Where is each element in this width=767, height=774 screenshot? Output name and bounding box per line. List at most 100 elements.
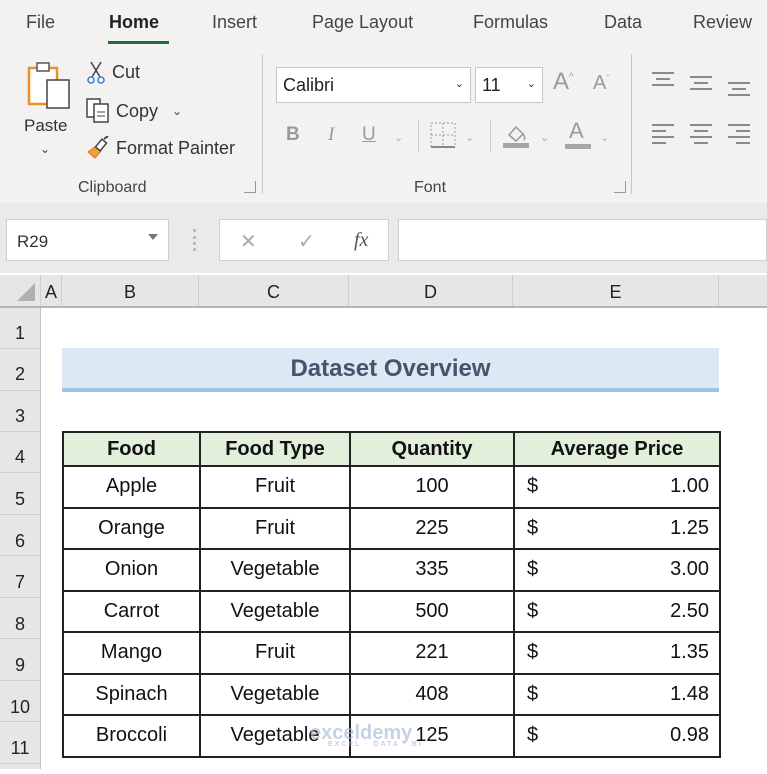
header-average-price[interactable]: Average Price [513, 431, 721, 467]
font-color-button[interactable]: A [565, 118, 593, 150]
top-align-icon[interactable] [652, 70, 676, 88]
cell-food-type[interactable]: Fruit [199, 506, 351, 550]
bold-button[interactable]: B [286, 124, 300, 146]
cell-quantity[interactable]: 221 [349, 631, 515, 675]
fill-color-icon[interactable] [503, 121, 531, 149]
tab-review[interactable]: Review [693, 12, 752, 33]
align-left-icon[interactable] [652, 124, 676, 148]
header-quantity[interactable]: Quantity [349, 431, 515, 467]
tab-home[interactable]: Home [109, 12, 159, 33]
copy-button[interactable]: Copy ⌄ [86, 98, 182, 124]
cell-quantity[interactable]: 100 [349, 465, 515, 509]
cell-food-type[interactable]: Vegetable [199, 672, 351, 716]
column-header-e[interactable]: E [513, 275, 719, 306]
underline-dropdown-icon[interactable]: ⌄ [394, 131, 403, 144]
row-header[interactable]: 10 [0, 681, 40, 722]
price-value: 2.50 [670, 599, 709, 622]
cell-food-type[interactable]: Fruit [199, 631, 351, 675]
row-header[interactable]: 6 [0, 515, 40, 556]
cell-food[interactable]: Spinach [62, 672, 201, 716]
column-header-a[interactable]: A [41, 275, 62, 306]
italic-button[interactable]: I [328, 124, 334, 146]
cell-average-price[interactable]: $1.25 [513, 506, 721, 550]
cell-average-price[interactable]: $1.00 [513, 465, 721, 509]
paste-dropdown-icon[interactable]: ⌄ [40, 142, 50, 156]
middle-align-icon[interactable] [690, 75, 714, 93]
sheet-title-cell[interactable]: Dataset Overview [62, 348, 719, 392]
row-header[interactable]: 5 [0, 473, 40, 515]
paste-icon[interactable] [27, 60, 73, 110]
increase-font-size-button[interactable]: A^ [553, 68, 574, 96]
cell-food[interactable]: Broccoli [62, 714, 201, 758]
tab-file[interactable]: File [26, 12, 55, 33]
row-header[interactable]: 11 [0, 722, 40, 764]
cell-food[interactable]: Carrot [62, 589, 201, 633]
cell-average-price[interactable]: $1.35 [513, 631, 721, 675]
row-header[interactable]: 9 [0, 639, 40, 681]
decrease-font-size-button[interactable]: Aˇ [593, 72, 609, 95]
borders-icon[interactable] [430, 122, 456, 148]
cell-quantity[interactable]: 408 [349, 672, 515, 716]
cancel-icon[interactable]: ✕ [240, 229, 257, 254]
name-box[interactable]: R29 [6, 219, 169, 261]
header-food-type[interactable]: Food Type [199, 431, 351, 467]
currency-symbol: $ [527, 724, 539, 746]
cell-food[interactable]: Mango [62, 631, 201, 675]
currency-symbol: $ [527, 475, 539, 497]
underline-button[interactable]: U [362, 124, 376, 146]
column-header-b[interactable]: B [62, 275, 199, 306]
insert-function-icon[interactable]: fx [354, 229, 368, 252]
row-header[interactable]: 8 [0, 598, 40, 639]
cell-average-price[interactable]: $3.00 [513, 548, 721, 592]
cell-average-price[interactable]: $2.50 [513, 589, 721, 633]
font-color-swatch [565, 144, 591, 149]
cell-quantity[interactable]: 500 [349, 589, 515, 633]
column-header-d[interactable]: D [349, 275, 513, 306]
column-header-c[interactable]: C [199, 275, 349, 306]
font-dialog-launcher[interactable] [614, 181, 626, 193]
tab-page-layout[interactable]: Page Layout [312, 12, 413, 33]
enter-icon[interactable]: ✓ [298, 229, 315, 254]
name-box-dropdown-icon[interactable] [148, 234, 158, 240]
clipboard-dialog-launcher[interactable] [244, 181, 256, 193]
cell-food-type[interactable]: Fruit [199, 465, 351, 509]
font-size-value: 11 [482, 74, 501, 95]
row-header[interactable]: 2 [0, 349, 40, 391]
formula-input[interactable] [398, 219, 767, 261]
cell-food-type[interactable]: Vegetable [199, 589, 351, 633]
dataset-table: Food Food Type Quantity Average Price Ap… [62, 431, 721, 758]
format-painter-button[interactable]: Format Painter [86, 136, 235, 160]
cell-average-price[interactable]: $0.98 [513, 714, 721, 758]
cell-food-type[interactable]: Vegetable [199, 548, 351, 592]
cell-food[interactable]: Orange [62, 506, 201, 550]
font-name-select[interactable]: Calibri ⌄ [276, 67, 471, 103]
fill-color-dropdown-icon[interactable]: ⌄ [540, 131, 549, 144]
row-header[interactable]: 7 [0, 556, 40, 598]
tab-data[interactable]: Data [604, 12, 642, 33]
cell-food[interactable]: Apple [62, 465, 201, 509]
formula-bar-resize-handle[interactable] [193, 229, 196, 251]
cut-button[interactable]: Cut [86, 60, 140, 84]
borders-dropdown-icon[interactable]: ⌄ [465, 131, 474, 144]
currency-symbol: $ [527, 682, 539, 705]
table-row: Spinach Vegetable 408 $1.48 [62, 672, 721, 716]
group-separator [631, 54, 632, 194]
copy-dropdown-icon[interactable]: ⌄ [172, 104, 182, 118]
paste-button[interactable]: Paste [24, 116, 67, 136]
tab-formulas[interactable]: Formulas [473, 12, 548, 33]
font-size-select[interactable]: 11 ⌄ [475, 67, 543, 103]
bottom-align-icon[interactable] [728, 80, 752, 98]
column-header-f[interactable] [719, 275, 767, 306]
font-color-dropdown-icon[interactable]: ⌄ [600, 131, 609, 144]
cell-average-price[interactable]: $1.48 [513, 672, 721, 716]
align-right-icon[interactable] [728, 124, 752, 148]
row-header[interactable]: 4 [0, 432, 40, 473]
tab-insert[interactable]: Insert [212, 12, 257, 33]
cell-quantity[interactable]: 225 [349, 506, 515, 550]
row-header[interactable]: 3 [0, 391, 40, 432]
cell-quantity[interactable]: 335 [349, 548, 515, 592]
align-center-icon[interactable] [690, 124, 714, 148]
cell-food[interactable]: Onion [62, 548, 201, 592]
row-header[interactable]: 1 [0, 308, 40, 349]
header-food[interactable]: Food [62, 431, 201, 467]
